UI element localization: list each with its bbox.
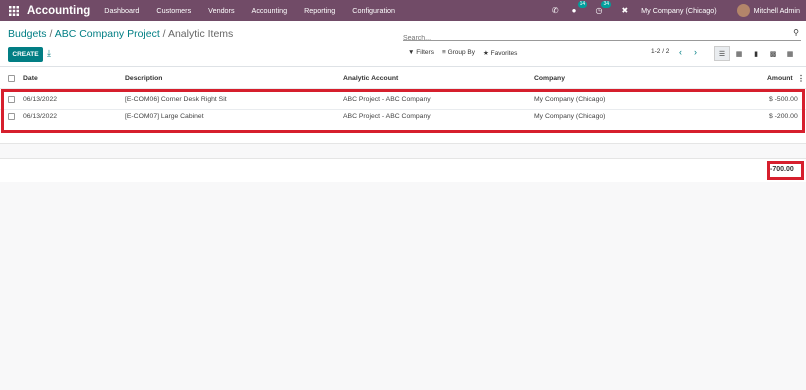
kanban-view-icon[interactable]: ▦ xyxy=(731,46,747,61)
favorites-label: Favorites xyxy=(490,50,518,57)
menu-customers[interactable]: Customers xyxy=(156,6,191,15)
create-button[interactable]: CREATE xyxy=(8,47,43,62)
graph-view-icon[interactable]: ▮ xyxy=(748,46,764,61)
total-highlight-box xyxy=(767,161,804,180)
favorites-button[interactable]: ★ Favorites xyxy=(483,49,517,57)
filters-label: Filters xyxy=(416,49,434,56)
breadcrumb: Budgets / ABC Company Project / Analytic… xyxy=(8,28,233,40)
group-by-icon: ≡ xyxy=(441,49,446,56)
group-by-label: Group By xyxy=(447,49,476,56)
list-spacer xyxy=(0,143,806,159)
search-input[interactable] xyxy=(403,35,783,42)
breadcrumb-current: Analytic Items xyxy=(167,28,234,40)
column-amount[interactable]: Amount xyxy=(767,75,793,82)
menu-dashboard[interactable]: Dashboard xyxy=(104,6,139,15)
filter-icon: ▼ xyxy=(408,49,415,56)
menu-vendors[interactable]: Vendors xyxy=(208,6,234,15)
grid-view-icon[interactable]: ▦ xyxy=(782,46,798,61)
download-icon[interactable]: ⤓ xyxy=(47,48,51,59)
app-title[interactable]: Accounting xyxy=(27,5,90,17)
rows-highlight-box xyxy=(1,89,805,133)
pager-value[interactable]: 1-2 / 2 xyxy=(651,48,669,55)
apps-menu-icon[interactable] xyxy=(6,0,22,21)
optional-columns-icon[interactable]: ⋮ xyxy=(797,74,805,83)
activities-badge: 34 xyxy=(601,1,612,8)
column-date[interactable]: Date xyxy=(23,75,38,82)
column-description[interactable]: Description xyxy=(125,75,162,82)
user-avatar[interactable] xyxy=(736,4,750,17)
control-panel: Budgets / ABC Company Project / Analytic… xyxy=(0,21,806,67)
menu-accounting[interactable]: Accounting xyxy=(252,6,288,15)
breadcrumb-separator: / xyxy=(159,28,168,40)
pager-next-icon[interactable]: › xyxy=(694,47,697,57)
column-company[interactable]: Company xyxy=(534,75,565,82)
select-all-checkbox[interactable] xyxy=(8,75,15,82)
breadcrumb-project[interactable]: ABC Company Project xyxy=(55,28,160,40)
list-view-icon[interactable]: ☰ xyxy=(714,46,730,61)
breadcrumb-budgets[interactable]: Budgets xyxy=(8,28,47,40)
menu-configuration[interactable]: Configuration xyxy=(352,6,395,15)
search-options: ▼ Filters ≡ Group By ★ Favorites xyxy=(408,49,517,57)
company-switcher[interactable]: My Company (Chicago) xyxy=(641,6,717,15)
search-box: ⚲ xyxy=(403,27,801,42)
activities-icon[interactable]: ◷ 34 xyxy=(595,1,612,15)
star-icon: ★ xyxy=(483,50,489,57)
menu-reporting[interactable]: Reporting xyxy=(304,6,335,15)
filters-button[interactable]: ▼ Filters xyxy=(408,49,434,57)
search-icon[interactable]: ⚲ xyxy=(793,28,799,37)
phone-icon[interactable]: ✆ xyxy=(552,6,559,15)
debug-tools-icon[interactable]: ✖ xyxy=(621,6,628,15)
messages-badge: 14 xyxy=(577,1,588,8)
user-menu[interactable]: Mitchell Admin xyxy=(754,6,800,15)
group-by-button[interactable]: ≡ Group By xyxy=(442,49,475,57)
pivot-view-icon[interactable]: ▩ xyxy=(765,46,781,61)
table-header: Date Description Analytic Account Compan… xyxy=(0,72,806,86)
top-navbar: Accounting Dashboard Customers Vendors A… xyxy=(0,0,806,21)
messages-icon[interactable]: ● 14 xyxy=(572,1,588,15)
breadcrumb-separator: / xyxy=(46,28,55,40)
pager-previous-icon[interactable]: ‹ xyxy=(679,47,682,57)
column-analytic-account[interactable]: Analytic Account xyxy=(343,75,398,82)
